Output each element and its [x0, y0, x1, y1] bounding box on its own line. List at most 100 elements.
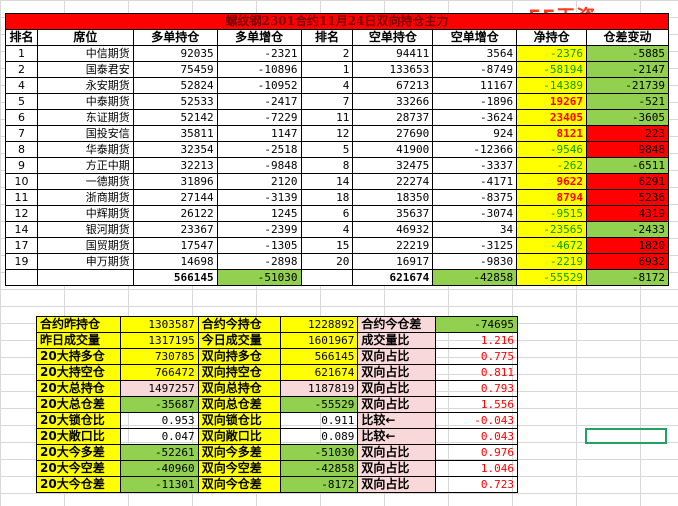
- cell-broker[interactable]: 中泰期货: [36, 93, 134, 110]
- header-cell[interactable]: 空单增仓: [432, 29, 518, 46]
- cell-short[interactable]: 67213: [352, 77, 434, 94]
- summary-label[interactable]: 双向占比: [357, 364, 437, 381]
- cell-short-chg[interactable]: 3564: [432, 45, 518, 62]
- cell-net[interactable]: -262: [516, 157, 588, 174]
- cell-broker[interactable]: 浙商期货: [36, 189, 134, 206]
- cell-diff[interactable]: -21739: [586, 77, 669, 94]
- cell-short[interactable]: 41900: [352, 141, 434, 158]
- summary-value[interactable]: 0.811: [435, 364, 518, 381]
- cell-short-chg[interactable]: -3337: [432, 157, 518, 174]
- summary-value[interactable]: -42858: [279, 460, 359, 477]
- summary-value[interactable]: 1.216: [435, 332, 518, 349]
- summary-label[interactable]: 双向总持仓: [197, 380, 281, 397]
- cell-srank[interactable]: 12: [300, 125, 354, 142]
- cell-long[interactable]: 35811: [132, 125, 218, 142]
- header-cell[interactable]: 多单增仓: [216, 29, 302, 46]
- summary-label[interactable]: 20大今空差: [36, 460, 121, 477]
- cell-diff[interactable]: -2147: [586, 61, 669, 78]
- summary-label[interactable]: 双向占比: [357, 348, 437, 365]
- cell-long-chg[interactable]: -2399: [216, 221, 302, 238]
- cell-long[interactable]: 52533: [132, 93, 218, 110]
- cell-long-chg[interactable]: -10952: [216, 77, 302, 94]
- cell-srank[interactable]: 4: [300, 77, 354, 94]
- summary-value[interactable]: 0.793: [435, 380, 518, 397]
- summary-value[interactable]: 0.911: [279, 412, 359, 429]
- cell-broker[interactable]: 银河期货: [36, 221, 134, 238]
- total-net[interactable]: -55529: [516, 269, 588, 286]
- cell-short[interactable]: 16917: [352, 253, 434, 270]
- cell-net[interactable]: -9546: [516, 141, 588, 158]
- cell-net[interactable]: 8794: [516, 189, 588, 206]
- cell-net[interactable]: 23405: [516, 109, 588, 126]
- summary-value[interactable]: -11301: [119, 476, 199, 493]
- cell-diff[interactable]: -521: [586, 93, 669, 110]
- cell-srank[interactable]: 8: [300, 157, 354, 174]
- cell-rank[interactable]: 19: [5, 253, 38, 270]
- summary-label[interactable]: 20大持空仓: [36, 364, 121, 381]
- summary-value[interactable]: 0.047: [119, 428, 199, 445]
- summary-label[interactable]: 20大锁仓比: [36, 412, 121, 429]
- summary-value[interactable]: 1317195: [119, 332, 199, 349]
- header-cell[interactable]: 多单持仓: [132, 29, 218, 46]
- cell-short-chg[interactable]: -8375: [432, 189, 518, 206]
- cell-long[interactable]: 23367: [132, 221, 218, 238]
- total-diff[interactable]: -8172: [586, 269, 669, 286]
- header-cell[interactable]: 席位: [36, 29, 134, 46]
- cell-srank[interactable]: 14: [300, 173, 354, 190]
- cell-short-chg[interactable]: -8749: [432, 61, 518, 78]
- cell-srank[interactable]: 7: [300, 93, 354, 110]
- cell-short[interactable]: 33266: [352, 93, 434, 110]
- table-title[interactable]: 螺纹钢2301合约11月24日双向持仓主力: [5, 13, 669, 30]
- cell-rank[interactable]: 12: [5, 205, 38, 222]
- summary-label[interactable]: 20大持多仓: [36, 348, 121, 365]
- cell-long-chg[interactable]: -1305: [216, 237, 302, 254]
- summary-label[interactable]: 双向今仓差: [197, 476, 281, 493]
- cell-long-chg[interactable]: -2898: [216, 253, 302, 270]
- cell-srank[interactable]: 20: [300, 253, 354, 270]
- cell-diff[interactable]: 6932: [586, 253, 669, 270]
- cell-short-chg[interactable]: -3624: [432, 109, 518, 126]
- cell-broker[interactable]: 国投安信: [36, 125, 134, 142]
- cell-broker[interactable]: 国贸期货: [36, 237, 134, 254]
- summary-label[interactable]: 双向持多仓: [197, 348, 281, 365]
- cell-long-chg[interactable]: -2321: [216, 45, 302, 62]
- summary-label[interactable]: 双向占比: [357, 476, 437, 493]
- header-cell[interactable]: 空单持仓: [352, 29, 434, 46]
- summary-value[interactable]: -40960: [119, 460, 199, 477]
- cell-long[interactable]: 31896: [132, 173, 218, 190]
- summary-value[interactable]: 566145: [279, 348, 359, 365]
- summary-value[interactable]: 0.976: [435, 444, 518, 461]
- cell-net[interactable]: -58194: [516, 61, 588, 78]
- cell-long-chg[interactable]: -2518: [216, 141, 302, 158]
- summary-label[interactable]: 双向占比: [357, 460, 437, 477]
- cell-long[interactable]: 32213: [132, 157, 218, 174]
- cell-long[interactable]: 27144: [132, 189, 218, 206]
- cell-long[interactable]: 52824: [132, 77, 218, 94]
- cell-short[interactable]: 22219: [352, 237, 434, 254]
- summary-value[interactable]: -0.043: [435, 412, 518, 429]
- cell-long-chg[interactable]: -7229: [216, 109, 302, 126]
- cell-long-chg[interactable]: 2120: [216, 173, 302, 190]
- summary-value[interactable]: -35687: [119, 396, 199, 413]
- summary-value[interactable]: 0.043: [435, 428, 518, 445]
- cell-diff[interactable]: -2433: [586, 221, 669, 238]
- cell-broker[interactable]: 中信期货: [36, 45, 134, 62]
- cell-short-chg[interactable]: -12366: [432, 141, 518, 158]
- cell-diff[interactable]: -5885: [586, 45, 669, 62]
- cell-diff[interactable]: -6511: [586, 157, 669, 174]
- cell-short[interactable]: 22274: [352, 173, 434, 190]
- cell-diff[interactable]: -3605: [586, 109, 669, 126]
- cell-srank[interactable]: 18: [300, 189, 354, 206]
- cell-net[interactable]: -14389: [516, 77, 588, 94]
- cell-srank[interactable]: 1: [300, 61, 354, 78]
- summary-label[interactable]: 双向占比: [357, 396, 437, 413]
- cell-diff[interactable]: 4319: [586, 205, 669, 222]
- cell-rank[interactable]: 10: [5, 173, 38, 190]
- summary-label[interactable]: 双向占比: [357, 444, 437, 461]
- summary-value[interactable]: -51030: [279, 444, 359, 461]
- cell-rank[interactable]: 9: [5, 157, 38, 174]
- summary-value[interactable]: 1.556: [435, 396, 518, 413]
- cell-net[interactable]: -2376: [516, 45, 588, 62]
- cell-long[interactable]: 26122: [132, 205, 218, 222]
- summary-value[interactable]: 0.723: [435, 476, 518, 493]
